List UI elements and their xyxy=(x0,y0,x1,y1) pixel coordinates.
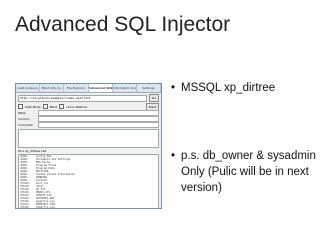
slide-title: Advanced SQL Injector xyxy=(15,13,231,36)
bullet-list-bottom: p.s. db_owner & sysadmin Only (Pulic wil… xyxy=(171,149,320,197)
union-method-checkbox[interactable] xyxy=(59,104,65,109)
tab-advanced-sql-injector[interactable]: Advanced SQL Injector xyxy=(88,84,113,92)
tab-information-grabs[interactable]: Information Grabs xyxy=(113,84,137,92)
option-label: Blind xyxy=(49,104,58,109)
tab-file-explorer[interactable]: File Explorer xyxy=(64,84,89,92)
comment-field-row: Comment xyxy=(16,122,161,128)
tab-settings[interactable]: Settings xyxy=(137,84,161,92)
url-toolbar: http://localhost/example/index.asp?id=1 … xyxy=(16,93,161,103)
item-type: <FILE> xyxy=(20,206,30,209)
field-label: Comment xyxy=(18,123,33,127)
output-panel[interactable] xyxy=(18,129,159,148)
bullet-list-top: MSSQL xp_dirtree xyxy=(171,81,311,97)
option-label: Safe Mode xyxy=(25,104,41,109)
go-button[interactable]: Go xyxy=(148,94,159,102)
list-item[interactable]: <FILE> hiberfil.sys xyxy=(19,206,158,209)
url-input[interactable]: http://localhost/example/index.asp?id=1 xyxy=(18,94,147,102)
comment-input[interactable] xyxy=(38,122,159,128)
bullet-item: MSSQL xp_dirtree xyxy=(171,81,311,97)
tab-blind-sql[interactable]: Blind SQL Inj. xyxy=(40,84,65,92)
option-label: Union Method xyxy=(66,104,88,109)
bullet-item: p.s. db_owner & sysadmin Only (Pulic wil… xyxy=(171,149,320,197)
app-screenshot: Load Instance Blind SQL Inj. File Explor… xyxy=(15,83,162,209)
item-name: hiberfil.sys xyxy=(36,206,55,209)
results-list[interactable]: <DIR> Config.Msi <DIR> Documents and Settin… xyxy=(18,154,159,209)
tab-bar: Load Instance Blind SQL Inj. File Explor… xyxy=(16,84,161,93)
safe-mode-checkbox[interactable] xyxy=(18,104,23,109)
options-row: Safe Mode Blind Union Method Start xyxy=(16,102,161,111)
field-label: Column xyxy=(18,117,30,121)
blind-checkbox[interactable] xyxy=(42,104,48,109)
field-label: Table xyxy=(18,111,26,115)
tab-load-instance[interactable]: Load Instance xyxy=(16,84,41,92)
